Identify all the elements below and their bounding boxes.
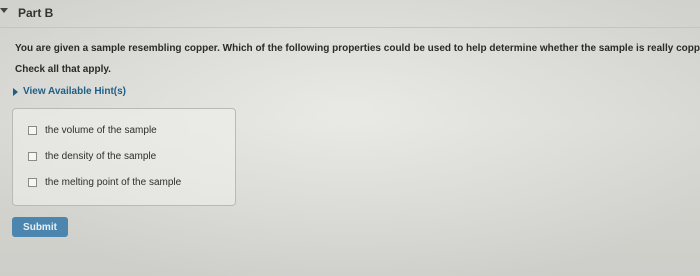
submit-button[interactable]: Submit xyxy=(12,217,68,237)
option-label: the melting point of the sample xyxy=(45,177,182,188)
instruction-text: Check all that apply. xyxy=(15,64,111,75)
option-melting-point[interactable]: the melting point of the sample xyxy=(28,177,181,188)
page: Part B You are given a sample resembling… xyxy=(0,0,700,276)
view-hints-link[interactable]: View Available Hint(s) xyxy=(13,86,126,97)
checkbox[interactable] xyxy=(28,178,37,187)
checkbox[interactable] xyxy=(28,152,37,161)
option-label: the density of the sample xyxy=(45,151,157,162)
caret-down-icon[interactable] xyxy=(0,8,8,13)
option-density[interactable]: the density of the sample xyxy=(28,151,156,162)
option-label: the volume of the sample xyxy=(45,125,157,136)
caret-right-icon xyxy=(13,87,18,96)
part-title: Part B xyxy=(18,6,54,20)
checkbox[interactable] xyxy=(28,126,37,135)
divider xyxy=(0,27,700,28)
option-volume[interactable]: the volume of the sample xyxy=(28,125,157,136)
answer-options-box: the volume of the sample the density of … xyxy=(12,108,236,206)
view-hints-label: View Available Hint(s) xyxy=(23,86,126,97)
question-text: You are given a sample resembling copper… xyxy=(15,43,700,54)
